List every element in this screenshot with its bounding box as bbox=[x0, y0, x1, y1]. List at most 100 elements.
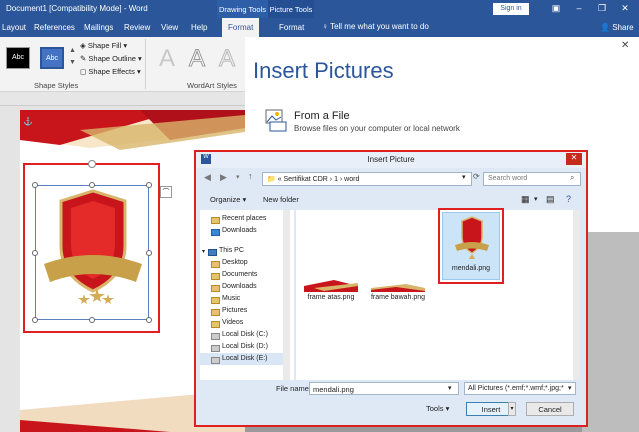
resize-handle-b[interactable] bbox=[89, 317, 95, 323]
shape-effects-button[interactable]: ◻ Shape Effects ▾ bbox=[80, 67, 141, 76]
file-name-input[interactable]: mendali.png bbox=[309, 382, 459, 395]
sign-in-button[interactable]: Sign in bbox=[493, 3, 529, 15]
recent-dropdown-icon[interactable]: ▾ bbox=[236, 173, 240, 181]
insert-pictures-title: Insert Pictures bbox=[253, 58, 394, 83]
anchor-icon[interactable]: ⚓ bbox=[23, 117, 33, 126]
back-arrow-icon[interactable]: ◀ bbox=[204, 172, 211, 183]
up-arrow-icon[interactable]: ↑ bbox=[248, 171, 253, 181]
tab-mailings[interactable]: Mailings bbox=[84, 23, 113, 32]
resize-handle-t[interactable] bbox=[89, 182, 95, 188]
nav-pictures[interactable]: Pictures bbox=[222, 307, 247, 314]
share-button[interactable]: 👤 Share bbox=[600, 23, 634, 32]
file-type-value: All Pictures (*.emf;*.wmf;*.jpg;* bbox=[468, 385, 564, 392]
close-panel-icon[interactable]: ✕ bbox=[621, 40, 629, 51]
tools-menu[interactable]: Tools ▾ bbox=[426, 404, 449, 413]
resize-handle-r[interactable] bbox=[146, 250, 152, 256]
tools-label: Tools bbox=[426, 404, 444, 413]
ribbon-display-icon[interactable]: ▣ bbox=[549, 3, 563, 15]
file-type-dropdown-icon[interactable]: ▾ bbox=[568, 384, 572, 392]
resize-handle-l[interactable] bbox=[32, 250, 38, 256]
nav-this-pc[interactable]: This PC bbox=[219, 247, 244, 254]
nav-documents[interactable]: Documents bbox=[222, 271, 257, 278]
star-3 bbox=[102, 294, 114, 304]
expand-this-pc-icon[interactable]: ▾ bbox=[202, 248, 205, 255]
resize-handle-br[interactable] bbox=[146, 317, 152, 323]
shape-style-blue[interactable]: Abc bbox=[40, 47, 64, 69]
search-input[interactable]: Search word bbox=[483, 172, 581, 186]
insert-dropdown-icon[interactable]: ▾ bbox=[508, 402, 516, 416]
image-selection-frame[interactable] bbox=[35, 185, 149, 320]
nav-local-disk-d[interactable]: Local Disk (D:) bbox=[222, 343, 268, 350]
insert-picture-dialog: W Insert Picture ✕ ◀ ▶ ▾ ↑ 📁 « Sertifika… bbox=[194, 150, 588, 427]
preview-pane-icon[interactable]: ▤ bbox=[546, 194, 555, 205]
frame-atas-thumbnail bbox=[304, 280, 358, 292]
shape-fill-button[interactable]: ◈ Shape Fill ▾ bbox=[80, 41, 127, 50]
tab-references[interactable]: References bbox=[34, 23, 75, 32]
paint-bucket-icon: ◈ bbox=[80, 41, 86, 50]
nav-recent-places[interactable]: Recent places bbox=[222, 215, 266, 222]
file-name-label: frame bawah.png bbox=[370, 294, 426, 301]
shape-outline-button[interactable]: ✎ Shape Outline ▾ bbox=[80, 54, 142, 63]
minimize-icon[interactable]: – bbox=[572, 3, 586, 15]
file-mendali[interactable]: mendali.png bbox=[442, 212, 500, 280]
shape-fill-label: Shape Fill bbox=[87, 41, 122, 50]
scroll-up-icon[interactable]: ▲ bbox=[69, 47, 76, 54]
word-app-icon: W bbox=[201, 154, 211, 164]
from-a-file-link[interactable]: From a File bbox=[294, 110, 350, 122]
new-folder-button[interactable]: New folder bbox=[263, 195, 299, 204]
file-type-select[interactable]: All Pictures (*.emf;*.wmf;*.jpg;* bbox=[464, 382, 576, 395]
nav-local-disk-e[interactable]: Local Disk (E:) bbox=[222, 355, 268, 362]
file-frame-atas[interactable]: frame atas.png bbox=[304, 270, 358, 304]
rotate-handle[interactable] bbox=[88, 160, 96, 168]
share-label: Share bbox=[612, 23, 634, 32]
tell-me-search[interactable]: ♀ Tell me what you want to do bbox=[322, 22, 429, 31]
tab-layout[interactable]: Layout bbox=[2, 23, 26, 32]
shape-style-black[interactable]: Abc bbox=[6, 47, 30, 69]
wordart-group-label: WordArt Styles bbox=[187, 81, 237, 90]
file-list-scrollbar[interactable] bbox=[573, 210, 580, 380]
restore-icon[interactable]: ❐ bbox=[595, 3, 609, 15]
file-frame-bawah[interactable]: frame bawah.png bbox=[366, 270, 430, 304]
address-bar[interactable]: 📁 « Sertifikat CDR › 1 › word bbox=[262, 172, 472, 186]
organize-menu[interactable]: Organize ▾ bbox=[210, 195, 246, 204]
dialog-close-icon[interactable]: ✕ bbox=[566, 153, 582, 165]
dialog-title-bar: W Insert Picture bbox=[196, 152, 586, 168]
tab-help[interactable]: Help bbox=[191, 23, 207, 32]
resize-handle-tl[interactable] bbox=[32, 182, 38, 188]
documents-folder-icon bbox=[211, 273, 220, 280]
nav-videos[interactable]: Videos bbox=[222, 319, 243, 326]
cancel-button[interactable]: Cancel bbox=[526, 402, 574, 416]
view-dropdown-icon[interactable]: ▾ bbox=[534, 195, 538, 203]
file-name-dropdown-icon[interactable]: ▾ bbox=[448, 384, 452, 392]
wordart-style-1[interactable]: A bbox=[156, 45, 178, 73]
from-file-icon[interactable] bbox=[262, 108, 288, 132]
close-window-icon[interactable]: ✕ bbox=[618, 3, 632, 15]
star-1 bbox=[78, 294, 90, 304]
address-dropdown-icon[interactable]: ▾ bbox=[462, 173, 466, 181]
file-list-pane: frame atas.png frame bawah.png mendali.p… bbox=[296, 208, 578, 380]
nav-downloads[interactable]: Downloads bbox=[222, 283, 257, 290]
pictures-folder-icon bbox=[211, 309, 220, 316]
layout-options-icon[interactable]: ⌒ bbox=[160, 186, 172, 198]
wordart-style-3[interactable]: A bbox=[216, 45, 238, 73]
nav-local-disk-c[interactable]: Local Disk (C:) bbox=[222, 331, 268, 338]
help-icon[interactable]: ? bbox=[566, 194, 571, 204]
view-options-icon[interactable]: ▦ bbox=[521, 194, 530, 205]
scroll-down-icon[interactable]: ▼ bbox=[69, 59, 76, 66]
tab-view[interactable]: View bbox=[161, 23, 178, 32]
nav-desktop[interactable]: Desktop bbox=[222, 259, 248, 266]
nav-downloads-fav[interactable]: Downloads bbox=[222, 227, 257, 234]
tab-format-drawing[interactable]: Format bbox=[222, 18, 260, 37]
nav-scrollbar[interactable] bbox=[283, 210, 290, 380]
file-name-field-label: File name: bbox=[276, 384, 312, 393]
resize-handle-tr[interactable] bbox=[146, 182, 152, 188]
wordart-style-2[interactable]: A bbox=[186, 45, 208, 73]
picture-tools-context: Picture Tools bbox=[268, 0, 314, 18]
forward-arrow-icon[interactable]: ▶ bbox=[220, 172, 227, 183]
refresh-icon[interactable]: ⟳ bbox=[473, 172, 480, 181]
address-path: « Sertifikat CDR › 1 › word bbox=[277, 176, 360, 183]
tab-format-picture[interactable]: Format bbox=[279, 23, 304, 32]
tab-review[interactable]: Review bbox=[124, 23, 150, 32]
nav-music[interactable]: Music bbox=[222, 295, 240, 302]
resize-handle-bl[interactable] bbox=[32, 317, 38, 323]
